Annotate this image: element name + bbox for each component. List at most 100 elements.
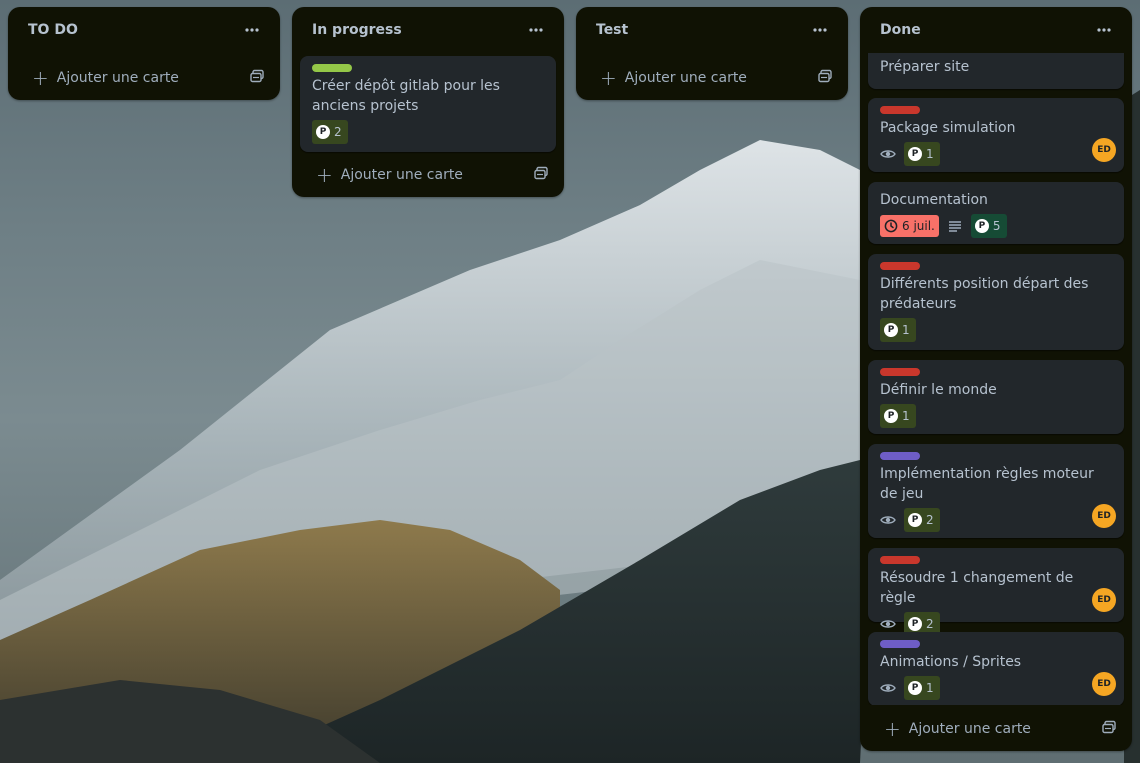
avatar[interactable]: ED: [1092, 504, 1116, 528]
powerup-count: 1: [926, 681, 934, 695]
card-label[interactable]: [880, 262, 920, 270]
card-badges: P 1: [880, 404, 1112, 428]
plus-icon: +: [884, 717, 901, 741]
eye-icon: [880, 516, 896, 524]
card-title: Package simulation: [880, 120, 1016, 136]
card-title: Définir le monde: [880, 382, 997, 398]
ellipsis-icon[interactable]: [238, 16, 266, 44]
card-template-icon[interactable]: [250, 69, 264, 87]
powerup-badge[interactable]: P 1: [904, 676, 940, 700]
powerup-p-icon: P: [908, 513, 922, 527]
add-card-label: Ajouter une carte: [340, 167, 463, 183]
avatar[interactable]: ED: [1092, 138, 1116, 162]
eye-icon: [880, 150, 896, 158]
list-header: Test: [576, 7, 848, 53]
ellipsis-icon[interactable]: [806, 16, 834, 44]
card[interactable]: Résoudre 1 changement de règle P 2 ED: [868, 548, 1124, 636]
card-label[interactable]: [312, 64, 352, 72]
card[interactable]: Implémentation règles moteur de jeu P 2 …: [868, 444, 1124, 538]
powerup-p-icon: P: [908, 681, 922, 695]
card-title: Résoudre 1 changement de règle: [880, 570, 1074, 606]
card-badges: P 2: [312, 120, 544, 144]
card[interactable]: Créer dépôt gitlab pour les anciens proj…: [300, 56, 556, 152]
eye-icon: [880, 684, 896, 692]
card[interactable]: Documentation 6 juil. P 5: [868, 182, 1124, 244]
card[interactable]: Préparer site: [868, 53, 1124, 89]
powerup-count: 1: [926, 147, 934, 161]
avatar[interactable]: ED: [1092, 588, 1116, 612]
card-label[interactable]: [880, 452, 920, 460]
add-card-label: Ajouter une carte: [908, 721, 1031, 737]
list-in-progress: In progress Créer dépôt gitlab pour les …: [292, 7, 564, 197]
card-label[interactable]: [880, 106, 920, 114]
powerup-count: 1: [902, 409, 910, 423]
list-title[interactable]: Test: [596, 22, 628, 38]
list-header: In progress: [292, 7, 564, 53]
card-title: Implémentation règles moteur de jeu: [880, 466, 1094, 502]
card[interactable]: Animations / Sprites P 1 ED: [868, 632, 1124, 705]
powerup-count: 2: [334, 125, 342, 139]
plus-icon: +: [316, 163, 333, 187]
powerup-count: 2: [926, 513, 934, 527]
add-card-button[interactable]: + Ajouter une carte: [300, 159, 556, 191]
plus-icon: +: [600, 66, 617, 90]
ellipsis-icon[interactable]: [522, 16, 550, 44]
ellipsis-icon[interactable]: [1090, 16, 1118, 44]
powerup-badge[interactable]: P 1: [880, 404, 916, 428]
card-template-icon[interactable]: [1102, 720, 1116, 738]
due-date: 6 juil.: [902, 219, 935, 233]
card-badges: P 2: [880, 508, 1112, 532]
card-title: Différents position départ des prédateur…: [880, 276, 1089, 312]
avatar[interactable]: ED: [1092, 672, 1116, 696]
powerup-p-icon: P: [884, 409, 898, 423]
clock-icon: [884, 219, 898, 233]
list-header: Done: [860, 7, 1132, 53]
add-card-label: Ajouter une carte: [624, 70, 747, 86]
eye-icon: [880, 620, 896, 628]
add-card-button[interactable]: + Ajouter une carte: [16, 62, 272, 94]
powerup-p-icon: P: [316, 125, 330, 139]
card-label[interactable]: [880, 556, 920, 564]
powerup-p-icon: P: [908, 147, 922, 161]
card-title: Créer dépôt gitlab pour les anciens proj…: [312, 78, 500, 114]
card-badges: 6 juil. P 5: [880, 214, 1112, 238]
card-badges: P 1: [880, 318, 1112, 342]
list-title[interactable]: Done: [880, 22, 921, 38]
powerup-badge[interactable]: P 2: [904, 508, 940, 532]
card-template-icon[interactable]: [818, 69, 832, 87]
plus-icon: +: [32, 66, 49, 90]
card-title: Documentation: [880, 192, 988, 208]
powerup-badge[interactable]: P 1: [880, 318, 916, 342]
add-card-label: Ajouter une carte: [56, 70, 179, 86]
card-title: Animations / Sprites: [880, 654, 1022, 670]
list-title[interactable]: TO DO: [28, 22, 78, 38]
powerup-p-icon: P: [884, 323, 898, 337]
description-icon: [948, 221, 961, 232]
add-card-button[interactable]: + Ajouter une carte: [584, 62, 840, 94]
powerup-badge[interactable]: P 2: [312, 120, 348, 144]
list-done: Done Préparer site Package simulation P …: [860, 7, 1132, 751]
card-badges: P 1: [880, 676, 1112, 700]
list-header: TO DO: [8, 7, 280, 53]
powerup-p-icon: P: [974, 219, 989, 233]
powerup-count: 2: [926, 617, 934, 631]
card[interactable]: Définir le monde P 1: [868, 360, 1124, 434]
powerup-badge[interactable]: P 1: [904, 142, 940, 166]
card-title: Préparer site: [880, 59, 970, 75]
list-todo: TO DO + Ajouter une carte: [8, 7, 280, 100]
powerup-count: 1: [902, 323, 910, 337]
card[interactable]: Package simulation P 1 ED: [868, 98, 1124, 172]
powerup-count: 5: [992, 219, 1001, 233]
card-list-scroll[interactable]: Préparer site Package simulation P 1 ED …: [860, 53, 1132, 705]
powerup-p-icon: P: [908, 617, 922, 631]
list-test: Test + Ajouter une carte: [576, 7, 848, 100]
due-date-badge[interactable]: 6 juil.: [880, 215, 939, 237]
add-card-button[interactable]: + Ajouter une carte: [868, 713, 1124, 745]
card-label[interactable]: [880, 640, 920, 648]
card[interactable]: Différents position départ des prédateur…: [868, 254, 1124, 350]
card-template-icon[interactable]: [534, 166, 548, 184]
list-title[interactable]: In progress: [312, 22, 402, 38]
powerup-badge[interactable]: P 5: [970, 214, 1007, 238]
card-label[interactable]: [880, 368, 920, 376]
card-badges: P 1: [880, 142, 1112, 166]
